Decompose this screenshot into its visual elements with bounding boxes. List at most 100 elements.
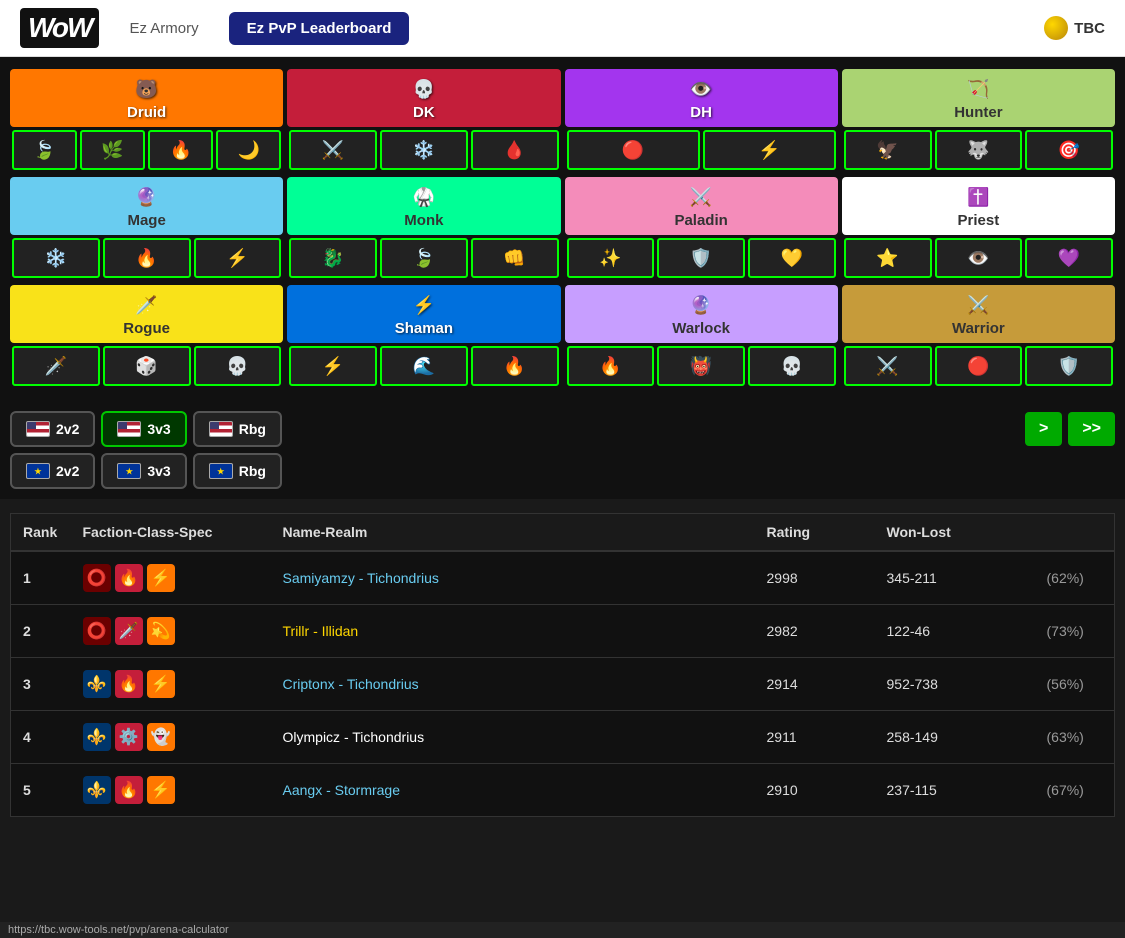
spec-button-priest-0[interactable]: ⭐: [844, 238, 932, 278]
spec-row-priest: ⭐👁️💜: [842, 235, 1115, 281]
spec-button-dk-1[interactable]: ❄️: [380, 130, 468, 170]
bracket-btn-eu3v3[interactable]: ★3v3: [101, 453, 186, 489]
spec-button-rogue-0[interactable]: 🗡️: [12, 346, 100, 386]
spec-row-shaman: ⚡🌊🔥: [287, 343, 560, 389]
class-cell-warrior: ⚔️Warrior⚔️🔴🛡️: [842, 285, 1115, 389]
spec-icon-1-0: 🔥: [115, 564, 143, 592]
spec-row-warlock: 🔥👹💀: [565, 343, 838, 389]
class-button-dk[interactable]: 💀DK: [287, 69, 560, 127]
spec-button-paladin-1[interactable]: 🛡️: [657, 238, 745, 278]
spec-button-paladin-2[interactable]: 💛: [748, 238, 836, 278]
tbc-coin-icon: [1044, 16, 1068, 40]
spec-button-dk-0[interactable]: ⚔️: [289, 130, 377, 170]
wonlost-cell-5: 237-115: [875, 764, 1035, 817]
faction-cell-1: ⭕🔥⚡: [71, 551, 271, 605]
spec-button-hunter-0[interactable]: 🦅: [844, 130, 932, 170]
faction-icon-2: ⭕: [83, 617, 111, 645]
spec-button-warrior-0[interactable]: ⚔️: [844, 346, 932, 386]
spec-button-monk-0[interactable]: 🐉: [289, 238, 377, 278]
spec-button-shaman-1[interactable]: 🌊: [380, 346, 468, 386]
name-cell-5[interactable]: Aangx - Stormrage: [271, 764, 755, 817]
name-cell-3[interactable]: Criptonx - Tichondrius: [271, 658, 755, 711]
name-cell-1[interactable]: Samiyamzy - Tichondrius: [271, 551, 755, 605]
spec-button-druid-2[interactable]: 🔥: [148, 130, 213, 170]
class-button-paladin[interactable]: ⚔️Paladin: [565, 177, 838, 235]
spec-button-druid-3[interactable]: 🌙: [216, 130, 281, 170]
spec-row-dh: 🔴⚡: [565, 127, 838, 173]
nav-pvp-button[interactable]: Ez PvP Leaderboard: [229, 12, 410, 45]
spec-button-mage-0[interactable]: ❄️: [12, 238, 100, 278]
spec-button-mage-1[interactable]: 🔥: [103, 238, 191, 278]
spec-button-paladin-0[interactable]: ✨: [567, 238, 655, 278]
class-icon-warlock: 🔮: [690, 295, 712, 316]
spec-button-druid-0[interactable]: 🍃: [12, 130, 77, 170]
class-button-priest[interactable]: ✝️Priest: [842, 177, 1115, 235]
class-icon-hunter: 🏹: [967, 79, 989, 100]
class-label-warrior: Warrior: [952, 320, 1005, 337]
class-button-rogue[interactable]: 🗡️Rogue: [10, 285, 283, 343]
wonlost-cell-1: 345-211: [875, 551, 1035, 605]
nav-armory[interactable]: Ez Armory: [119, 14, 208, 43]
spec-button-hunter-1[interactable]: 🐺: [935, 130, 1023, 170]
spec-icon-5-0: 🔥: [115, 776, 143, 804]
bracket-nav-next[interactable]: >: [1025, 412, 1062, 446]
class-button-hunter[interactable]: 🏹Hunter: [842, 69, 1115, 127]
spec-button-priest-2[interactable]: 💜: [1025, 238, 1113, 278]
spec-button-druid-1[interactable]: 🌿: [80, 130, 145, 170]
name-cell-2[interactable]: Trillr - Illidan: [271, 605, 755, 658]
table-header-5: [1035, 514, 1115, 552]
spec-button-dh-0[interactable]: 🔴: [567, 130, 700, 170]
class-grid-row: 🐻Druid🍃🌿🔥🌙💀DK⚔️❄️🩸👁️DH🔴⚡🏹Hunter🦅🐺🎯: [10, 69, 1115, 173]
class-cell-paladin: ⚔️Paladin✨🛡️💛: [565, 177, 838, 281]
faction-icon-3: ⚜️: [83, 670, 111, 698]
class-cell-shaman: ⚡Shaman⚡🌊🔥: [287, 285, 560, 389]
class-icon-paladin: ⚔️: [690, 187, 712, 208]
spec-button-warlock-1[interactable]: 👹: [657, 346, 745, 386]
spec-button-dh-1[interactable]: ⚡: [703, 130, 836, 170]
class-label-druid: Druid: [127, 104, 166, 121]
class-button-dh[interactable]: 👁️DH: [565, 69, 838, 127]
spec-icon-2-0: 🗡️: [115, 617, 143, 645]
spec-button-monk-2[interactable]: 👊: [471, 238, 559, 278]
bracket-btn-eu2v2[interactable]: ★2v2: [10, 453, 95, 489]
pct-cell-4: (63%): [1035, 711, 1115, 764]
spec-icon-3-1: ⚡: [147, 670, 175, 698]
spec-button-monk-1[interactable]: 🍃: [380, 238, 468, 278]
spec-row-rogue: 🗡️🎲💀: [10, 343, 283, 389]
bracket-nav-last[interactable]: >>: [1068, 412, 1115, 446]
spec-button-rogue-2[interactable]: 💀: [194, 346, 282, 386]
bracket-label-us3v3: 3v3: [147, 421, 170, 437]
spec-button-hunter-2[interactable]: 🎯: [1025, 130, 1113, 170]
class-button-mage[interactable]: 🔮Mage: [10, 177, 283, 235]
table-row: 2⭕🗡️💫Trillr - Illidan2982122-46(73%): [11, 605, 1115, 658]
spec-button-shaman-0[interactable]: ⚡: [289, 346, 377, 386]
spec-button-mage-2[interactable]: ⚡: [194, 238, 282, 278]
spec-button-shaman-2[interactable]: 🔥: [471, 346, 559, 386]
bracket-label-usrbg: Rbg: [239, 421, 266, 437]
spec-button-dk-2[interactable]: 🩸: [471, 130, 559, 170]
bracket-btn-eurbg[interactable]: ★Rbg: [193, 453, 282, 489]
table-row: 1⭕🔥⚡Samiyamzy - Tichondrius2998345-211(6…: [11, 551, 1115, 605]
class-button-monk[interactable]: 🥋Monk: [287, 177, 560, 235]
name-cell-4[interactable]: Olympicz - Tichondrius: [271, 711, 755, 764]
class-button-shaman[interactable]: ⚡Shaman: [287, 285, 560, 343]
leaderboard: RankFaction-Class-SpecName-RealmRatingWo…: [0, 503, 1125, 827]
bracket-btn-us3v3[interactable]: 3v3: [101, 411, 186, 447]
class-button-warlock[interactable]: 🔮Warlock: [565, 285, 838, 343]
class-button-druid[interactable]: 🐻Druid: [10, 69, 283, 127]
spec-button-warrior-1[interactable]: 🔴: [935, 346, 1023, 386]
spec-button-rogue-1[interactable]: 🎲: [103, 346, 191, 386]
spec-row-dk: ⚔️❄️🩸: [287, 127, 560, 173]
spec-button-warlock-0[interactable]: 🔥: [567, 346, 655, 386]
bracket-btn-usrbg[interactable]: Rbg: [193, 411, 282, 447]
class-button-warrior[interactable]: ⚔️Warrior: [842, 285, 1115, 343]
spec-button-warlock-2[interactable]: 💀: [748, 346, 836, 386]
spec-button-priest-1[interactable]: 👁️: [935, 238, 1023, 278]
spec-button-warrior-2[interactable]: 🛡️: [1025, 346, 1113, 386]
class-label-mage: Mage: [127, 212, 165, 229]
spec-row-paladin: ✨🛡️💛: [565, 235, 838, 281]
bracket-btn-us2v2[interactable]: 2v2: [10, 411, 95, 447]
faction-icons-3: ⚜️🔥⚡: [83, 670, 259, 698]
spec-row-warrior: ⚔️🔴🛡️: [842, 343, 1115, 389]
table-row: 5⚜️🔥⚡Aangx - Stormrage2910237-115(67%): [11, 764, 1115, 817]
